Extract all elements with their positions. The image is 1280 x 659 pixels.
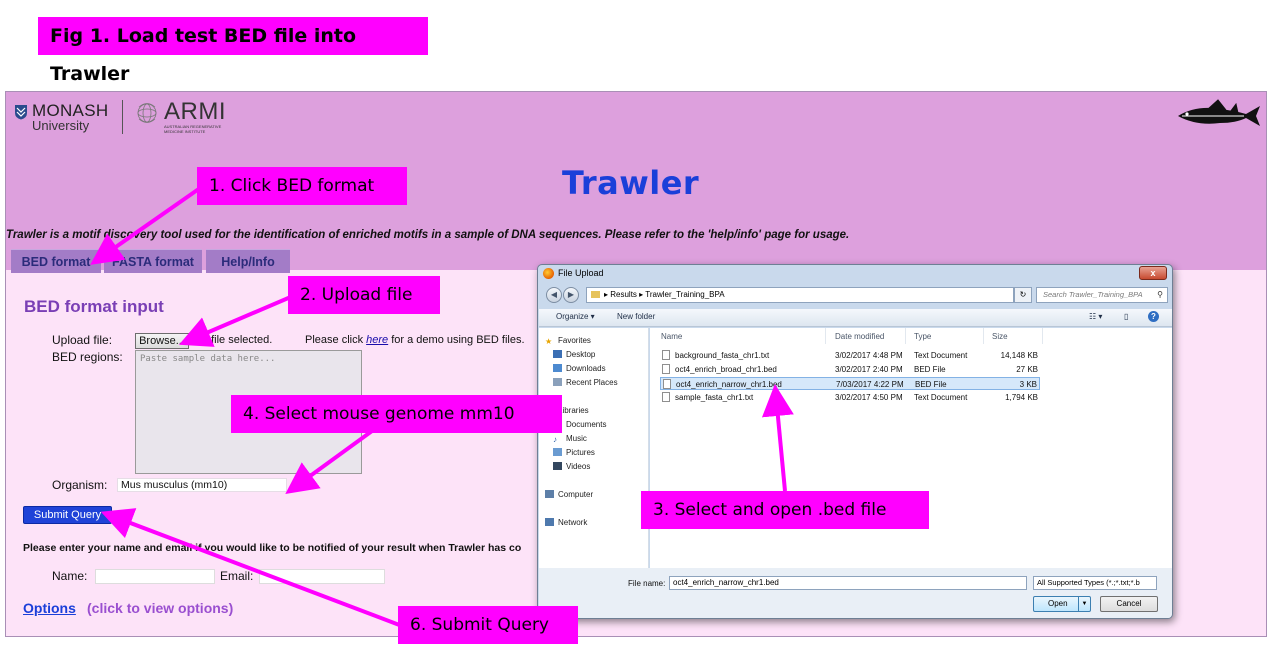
- arrow-step3: [761, 384, 794, 492]
- arrow-step4: [285, 429, 374, 495]
- callout-step4: 4. Select mouse genome mm10: [231, 395, 562, 433]
- annotation-arrows: [90, 184, 794, 628]
- callout-step2: 2. Upload file: [288, 276, 440, 314]
- arrow-step2: [178, 294, 294, 347]
- arrow-step1: [90, 184, 205, 265]
- arrow-step6: [100, 508, 403, 628]
- callout-step3: 3. Select and open .bed file: [641, 491, 929, 529]
- callout-step1: 1. Click BED format: [197, 167, 407, 205]
- callout-step6: 6. Submit Query: [398, 606, 578, 644]
